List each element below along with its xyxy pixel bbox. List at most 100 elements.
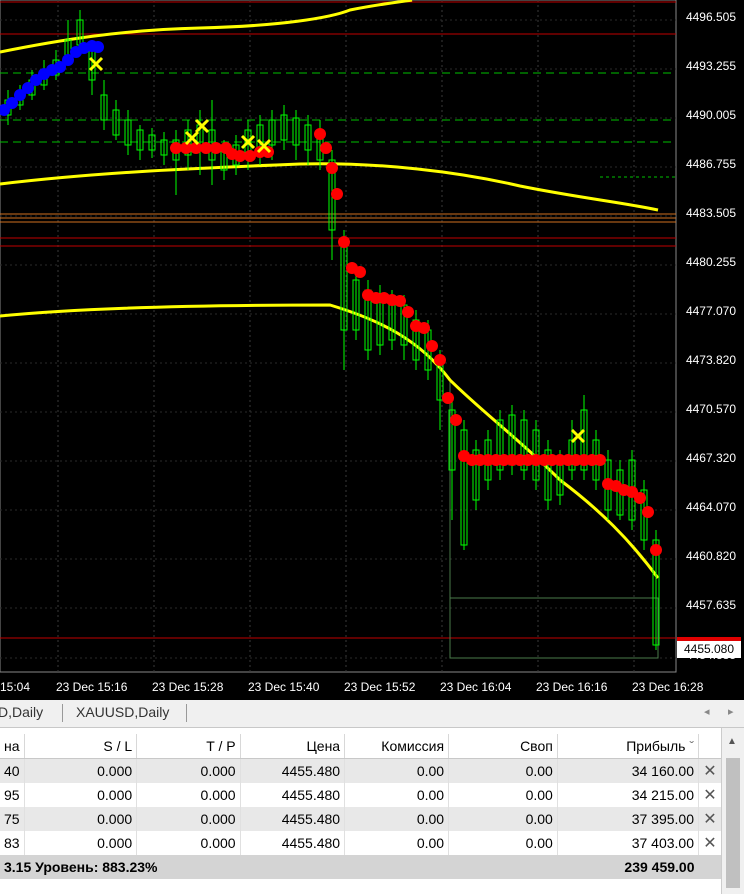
cell-volume: 40 [0, 758, 25, 783]
cell-volume: 95 [0, 783, 25, 807]
price-tick-label: 4496.505 [685, 10, 736, 24]
cell-sl: 0.000 [24, 807, 138, 831]
table-row[interactable]: 75 0.000 0.000 4455.480 0.00 0.00 37 395.00 ✕ [0, 807, 721, 831]
table-row[interactable]: 83 0.000 0.000 4455.480 0.00 0.00 37 403.00 ✕ [0, 831, 721, 855]
chart-canvas [0, 0, 677, 673]
cell-volume: 75 [0, 807, 25, 831]
cell-tp: 0.000 [136, 807, 241, 831]
cell-price: 4455.480 [240, 807, 346, 831]
time-tick-label: 23 Dec 15:28 [152, 680, 224, 694]
cell-sl: 0.000 [24, 758, 138, 783]
current-price-tag: 4455.080 [677, 637, 741, 658]
col-header-commission[interactable]: Комиссия [344, 734, 450, 759]
cell-swap: 0.00 [448, 831, 558, 855]
time-tick-label: 23 Dec 15:52 [344, 680, 416, 694]
scroll-thumb[interactable] [726, 758, 740, 888]
cell-swap: 0.00 [448, 807, 558, 831]
col-header-swap[interactable]: Своп [448, 734, 558, 759]
price-tick-label: 4493.255 [685, 59, 736, 73]
price-tick-label: 4480.255 [685, 255, 736, 269]
price-tick-label: 4470.570 [685, 402, 736, 416]
time-tick-label: 15:04 [0, 680, 31, 694]
col-header-profit[interactable]: Прибыль ˇ [557, 734, 700, 759]
sell-signal-dot [314, 128, 326, 140]
sell-signal-dot [326, 162, 338, 174]
price-tick-label: 4457.635 [685, 598, 736, 612]
sell-signal-dot [320, 142, 332, 154]
col-header-tp[interactable]: T / P [136, 734, 241, 759]
sell-signal-dot [650, 544, 662, 556]
close-position-icon[interactable]: ✕ [698, 783, 721, 807]
cell-swap: 0.00 [448, 758, 558, 783]
cell-price: 4455.480 [240, 758, 346, 783]
table-row[interactable]: 95 0.000 0.000 4455.480 0.00 0.00 34 215.00 ✕ [0, 783, 721, 807]
sort-icon: ˇ [689, 738, 694, 754]
cell-commission: 0.00 [344, 758, 450, 783]
price-tick-label: 4473.820 [685, 353, 736, 367]
cell-profit: 37 395.00 [557, 807, 700, 831]
cell-profit: 34 215.00 [557, 783, 700, 807]
close-position-icon[interactable]: ✕ [698, 831, 721, 855]
account-summary: 3.15 Уровень: 883.23% [0, 855, 241, 879]
col-header-sl[interactable]: S / L [24, 734, 138, 759]
time-tick-label: 23 Dec 15:40 [248, 680, 320, 694]
cell-commission: 0.00 [344, 831, 450, 855]
sell-signal-dot [442, 392, 454, 404]
sell-signal-dot [634, 492, 646, 504]
tab-chart-1[interactable]: D,Daily [0, 704, 43, 720]
cell-tp: 0.000 [136, 831, 241, 855]
cell-volume: 83 [0, 831, 25, 855]
price-tick-label: 4467.320 [685, 451, 736, 465]
sell-signal-dot [338, 236, 350, 248]
price-tick-label: 4486.755 [685, 157, 736, 171]
cell-profit: 37 403.00 [557, 831, 700, 855]
trade-terminal: на S / L T / P Цена Комиссия Своп Прибыл… [0, 728, 744, 894]
price-tick-label: 4483.505 [685, 206, 736, 220]
chart-tabs: D,Daily XAUUSD,Daily ◂ ▸ [0, 700, 744, 728]
cell-swap: 0.00 [448, 783, 558, 807]
cell-sl: 0.000 [24, 831, 138, 855]
sell-signal-dot [394, 295, 406, 307]
cell-price: 4455.480 [240, 783, 346, 807]
col-header-price[interactable]: Цена [240, 734, 346, 759]
sell-signal-dot [642, 506, 654, 518]
total-profit: 239 459.00 [557, 855, 699, 879]
time-tick-label: 23 Dec 15:16 [56, 680, 128, 694]
scroll-up-icon[interactable]: ▲ [727, 736, 737, 747]
tab-scroll-right-icon[interactable]: ▸ [728, 705, 734, 718]
sell-signal-dot [450, 414, 462, 426]
cell-sl: 0.000 [24, 783, 138, 807]
summary-row: 3.15 Уровень: 883.23% 239 459.00 [0, 855, 721, 879]
sell-signal-dot [434, 354, 446, 366]
table-header: на S / L T / P Цена Комиссия Своп Прибыл… [0, 734, 721, 759]
tab-scroll-left-icon[interactable]: ◂ [704, 705, 710, 718]
price-tick-label: 4490.005 [685, 108, 736, 122]
sell-signal-dot [354, 266, 366, 278]
vertical-scrollbar[interactable]: ▲ [721, 728, 744, 894]
buy-signal-dot [92, 41, 104, 53]
cell-price: 4455.480 [240, 831, 346, 855]
sell-signal-dot [402, 306, 414, 318]
close-position-icon[interactable]: ✕ [698, 758, 721, 783]
time-tick-label: 23 Dec 16:28 [632, 680, 704, 694]
price-tick-label: 4460.820 [685, 549, 736, 563]
price-tick-label: 4477.070 [685, 304, 736, 318]
tab-separator [62, 704, 63, 722]
col-header-0[interactable]: на [0, 734, 25, 759]
sell-signal-dot [418, 322, 430, 334]
tab-separator [186, 704, 187, 722]
time-tick-label: 23 Dec 16:16 [536, 680, 608, 694]
sell-signal-dot [594, 454, 606, 466]
price-tick-label: 4464.070 [685, 500, 736, 514]
tab-chart-xauusd[interactable]: XAUUSD,Daily [76, 704, 169, 720]
sell-signal-dot [426, 340, 438, 352]
cell-commission: 0.00 [344, 783, 450, 807]
price-chart[interactable]: 4496.505 4493.255 4490.005 4486.755 4483.505… [0, 0, 744, 700]
close-position-icon[interactable]: ✕ [698, 807, 721, 831]
cell-tp: 0.000 [136, 783, 241, 807]
cell-profit: 34 160.00 [557, 758, 700, 783]
table-row[interactable]: 40 0.000 0.000 4455.480 0.00 0.00 34 160.00 ✕ [0, 758, 721, 783]
sell-signal-dot [331, 188, 343, 200]
time-tick-label: 23 Dec 16:04 [440, 680, 512, 694]
cell-tp: 0.000 [136, 758, 241, 783]
